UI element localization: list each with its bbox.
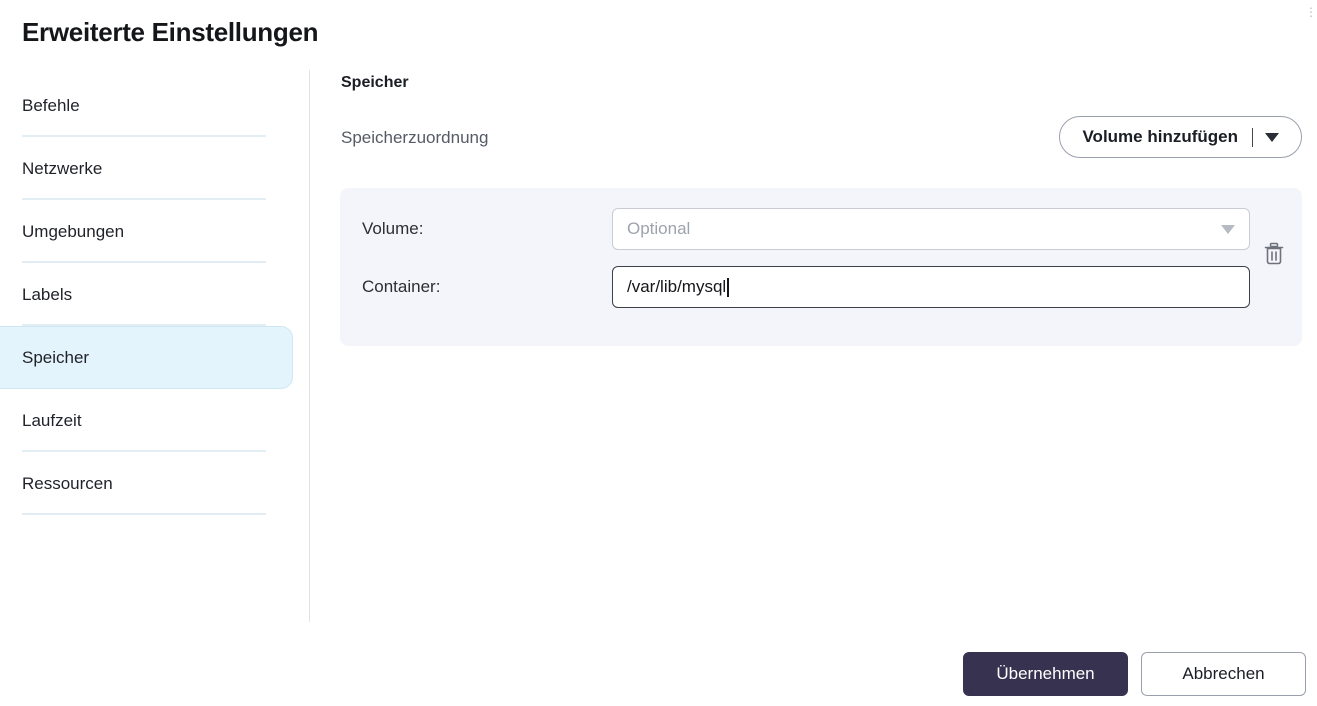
sidebar-item-label: Speicher [22,347,90,367]
sidebar-item-label: Labels [22,284,73,304]
caret-down-icon[interactable] [1265,132,1279,142]
container-path-input[interactable]: /var/lib/mysql [612,266,1250,308]
container-row: Container: /var/lib/mysql [340,266,1302,312]
dialog-footer: Übernehmen Abbrechen [963,652,1306,696]
add-volume-button-label: Volume hinzufügen [1082,127,1238,146]
sidebar-divider [309,70,310,622]
cancel-button[interactable]: Abbrechen [1141,652,1306,696]
sidebar-item-label: Laufzeit [22,410,82,430]
trash-icon [1264,242,1284,265]
delete-mapping-button[interactable] [1260,240,1288,268]
main-content: Speicher Speicherzuordnung Volume hinzuf… [340,74,1302,346]
page-title: Erweiterte Einstellungen [22,17,319,47]
volume-select[interactable]: Optional [612,208,1250,250]
volume-label: Volume: [362,219,424,238]
advanced-settings-dialog: Erweiterte Einstellungen ⋮ Befehle Netzwe… [0,0,1317,706]
container-label: Container: [362,277,441,296]
sidebar-item-label: Umgebungen [22,221,125,241]
volume-row: Volume: Optional [340,208,1302,254]
container-path-value: /var/lib/mysql [627,277,727,296]
sidebar-item-speicher[interactable]: Speicher [0,326,293,389]
add-volume-button[interactable]: Volume hinzufügen [1059,116,1302,158]
text-cursor [727,277,729,297]
sidebar-separator [22,513,266,515]
storage-mapping-label: Speicherzuordnung [341,128,489,147]
settings-sidebar: Befehle Netzwerke Umgebungen Labels Speicher… [0,74,309,622]
storage-mapping-row: Speicherzuordnung Volume hinzufügen [340,116,1302,174]
overflow-menu-icon[interactable]: ⋮ [1305,6,1315,19]
chevron-down-icon[interactable] [1221,224,1235,234]
volume-mapping-card: Volume: Optional Container: /var/lib/mys… [340,188,1302,346]
section-title: Speicher [341,74,409,91]
sidebar-item-laufzeit[interactable]: Laufzeit [0,389,309,452]
sidebar-item-befehle[interactable]: Befehle [0,74,309,137]
sidebar-item-label: Ressourcen [22,473,113,493]
volume-select-placeholder: Optional [627,219,691,238]
sidebar-item-label: Befehle [22,95,80,115]
split-button-divider [1252,127,1253,147]
sidebar-item-netzwerke[interactable]: Netzwerke [0,137,309,200]
apply-button[interactable]: Übernehmen [963,652,1128,696]
sidebar-item-umgebungen[interactable]: Umgebungen [0,200,309,263]
sidebar-item-labels[interactable]: Labels [0,263,309,326]
sidebar-item-ressourcen[interactable]: Ressourcen [0,452,309,515]
sidebar-item-label: Netzwerke [22,158,103,178]
